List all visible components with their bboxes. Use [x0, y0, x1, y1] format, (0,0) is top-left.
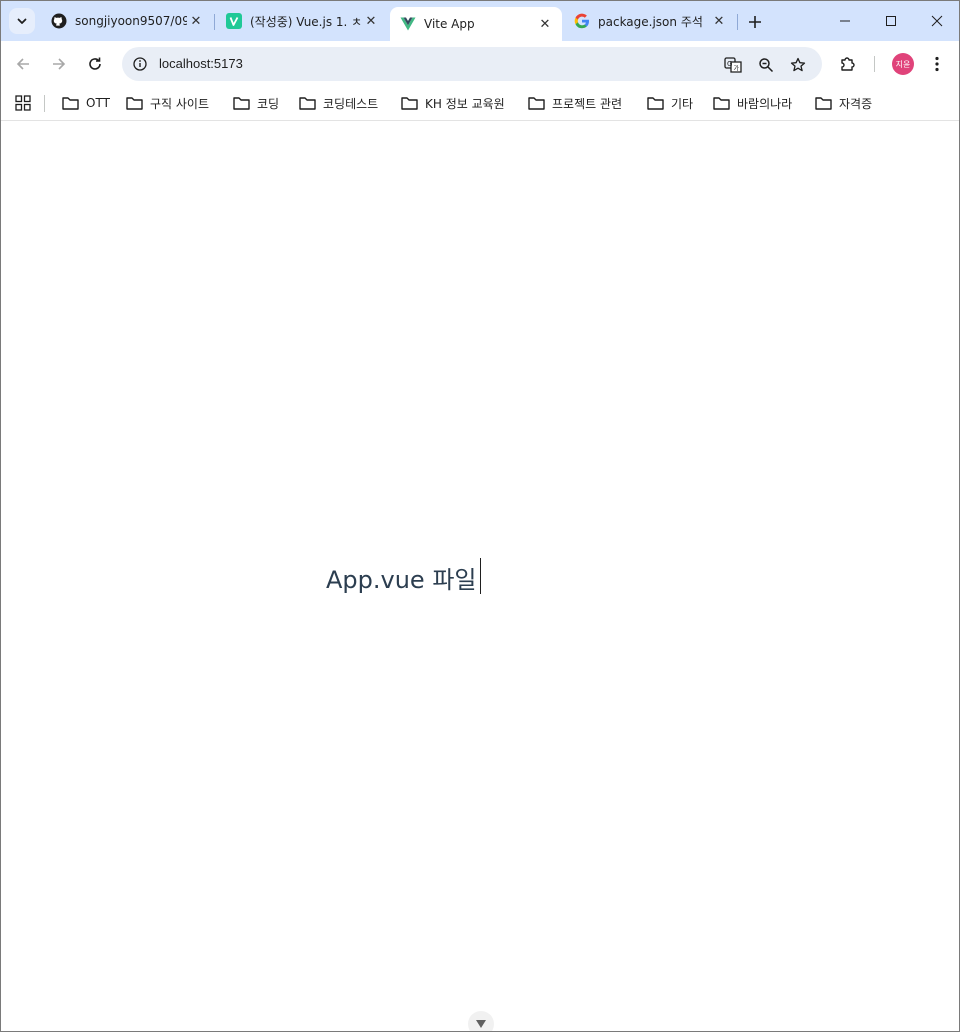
folder-icon [647, 96, 665, 110]
chevron-down-icon [17, 18, 27, 24]
bookmark-folder[interactable]: 프로젝트 관련 [528, 92, 622, 114]
plus-icon [749, 16, 761, 28]
forward-button[interactable] [45, 50, 73, 78]
address-bar[interactable]: localhost:5173 G가 [122, 47, 822, 81]
bookmark-folder[interactable]: 기타 [647, 92, 693, 114]
text-caret [480, 558, 481, 594]
profile-avatar[interactable]: 지윤 [892, 53, 914, 75]
bookmark-label: 코딩 [257, 96, 280, 111]
toolbar-divider [874, 56, 875, 72]
more-vertical-icon [935, 56, 939, 72]
folder-icon [299, 96, 317, 110]
tab-divider [214, 14, 215, 30]
svg-text:G: G [727, 60, 732, 68]
bookmark-label: 구직 사이트 [150, 96, 210, 111]
close-icon[interactable]: ✕ [710, 12, 728, 30]
close-icon [931, 15, 943, 27]
close-icon[interactable]: ✕ [362, 12, 380, 30]
tab-title: package.json 주석 [598, 14, 703, 29]
triangle-down-icon [476, 1020, 486, 1028]
tab-github[interactable]: songjiyoon9507/09 ✕ [41, 7, 213, 35]
arrow-right-icon [53, 58, 66, 70]
folder-icon [713, 96, 731, 110]
minimize-button[interactable] [822, 7, 868, 35]
maximize-button[interactable] [868, 7, 914, 35]
puzzle-icon [841, 57, 855, 71]
bookmark-folder[interactable]: KH 정보 교육원 [401, 92, 505, 114]
tab-divider [737, 14, 738, 30]
tab-vite-app[interactable]: Vite App ✕ [390, 7, 562, 41]
translate-icon[interactable]: G가 [722, 54, 744, 76]
bookmark-label: KH 정보 교육원 [425, 96, 505, 111]
bookmark-label: 바람의나라 [737, 96, 793, 111]
tab-search-button[interactable] [9, 8, 35, 34]
bookmark-folder[interactable]: 자격증 [815, 92, 872, 114]
scroll-down-button[interactable] [468, 1011, 494, 1031]
folder-icon [126, 96, 144, 110]
menu-button[interactable] [923, 50, 951, 78]
bookmark-folder[interactable]: 코딩테스트 [299, 92, 378, 114]
apps-grid-icon [15, 95, 31, 111]
bookmarks-divider [44, 95, 45, 112]
google-icon [574, 13, 590, 29]
minimize-icon [840, 20, 850, 22]
vue-icon [400, 16, 416, 32]
app-main-text: App.vue 파일 [326, 566, 477, 594]
bookmark-label: 기타 [671, 96, 694, 111]
tab-title: songjiyoon9507/09 [75, 14, 187, 28]
url-text[interactable]: localhost:5173 [159, 56, 243, 71]
extensions-button[interactable] [834, 50, 862, 78]
site-info-icon[interactable] [131, 55, 149, 73]
svg-text:가: 가 [734, 65, 740, 73]
close-icon[interactable]: ✕ [187, 12, 205, 30]
bookmark-label: 코딩테스트 [323, 96, 379, 111]
new-tab-button[interactable] [743, 10, 767, 34]
bookmark-label: OTT [86, 96, 110, 110]
close-window-button[interactable] [914, 7, 959, 35]
folder-icon [62, 96, 80, 110]
github-icon [51, 13, 67, 29]
maximize-icon [886, 16, 896, 26]
browser-window: songjiyoon9507/09 ✕ (작성중) Vue.js 1. ㅊ ✕ … [0, 0, 960, 1032]
folder-icon [528, 96, 546, 110]
velog-icon [226, 13, 242, 29]
bookmark-label: 프로젝트 관련 [552, 96, 623, 111]
tab-title: (작성중) Vue.js 1. ㅊ [250, 14, 362, 29]
bookmarks-bar: OTT 구직 사이트 코딩 코딩테스트 KH 정보 교육원 프로젝트 관련 기타 [1, 87, 959, 121]
bookmark-folder[interactable]: 코딩 [233, 92, 279, 114]
reload-button[interactable] [81, 50, 109, 78]
close-icon[interactable]: ✕ [536, 15, 554, 33]
arrow-left-icon [16, 58, 29, 70]
bookmark-folder[interactable]: 바람의나라 [713, 92, 792, 114]
tab-strip: songjiyoon9507/09 ✕ (작성중) Vue.js 1. ㅊ ✕ … [1, 1, 959, 41]
bookmark-folder[interactable]: 구직 사이트 [126, 92, 209, 114]
tab-velog[interactable]: (작성중) Vue.js 1. ㅊ ✕ [216, 7, 388, 35]
reload-icon [89, 57, 101, 70]
apps-button[interactable] [13, 93, 33, 113]
folder-icon [815, 96, 833, 110]
page-content: App.vue 파일 [1, 122, 959, 1031]
back-button[interactable] [9, 50, 37, 78]
toolbar: localhost:5173 G가 지윤 [1, 41, 959, 87]
bookmark-star-icon[interactable] [787, 54, 809, 76]
bookmark-folder[interactable]: OTT [62, 92, 110, 114]
folder-icon [401, 96, 419, 110]
zoom-icon[interactable] [755, 54, 777, 76]
tab-title: Vite App [424, 17, 475, 31]
bookmark-label: 자격증 [839, 96, 873, 111]
tab-google[interactable]: package.json 주석 ✕ [564, 7, 736, 35]
folder-icon [233, 96, 251, 110]
